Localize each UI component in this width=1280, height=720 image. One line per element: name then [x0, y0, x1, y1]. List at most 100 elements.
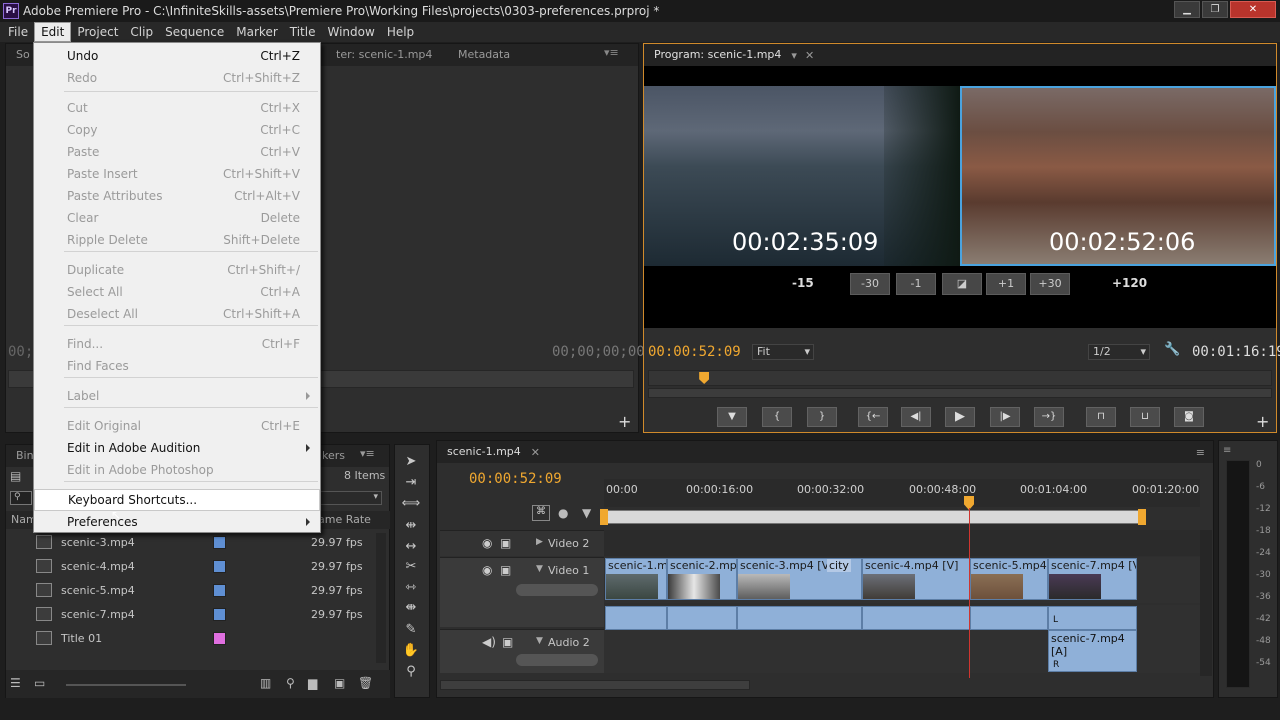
apply-trim-icon[interactable]: ◪	[942, 273, 982, 295]
clip-scenic-3[interactable]: scenic-3.mp4 [V] city	[737, 558, 862, 600]
audio-clip[interactable]	[605, 606, 667, 630]
program-zoom-scrollbar[interactable]	[648, 388, 1272, 398]
linked-selection-icon[interactable]: ●	[558, 506, 568, 520]
find-icon[interactable]: ⚲	[286, 676, 295, 690]
edit-menu-item-redo[interactable]: Redo Ctrl+Shift+Z	[34, 67, 320, 89]
folder-icon[interactable]: ▤	[10, 469, 21, 483]
menu-marker[interactable]: Marker	[230, 23, 283, 41]
selection-tool-icon[interactable]: ➤	[400, 452, 422, 472]
add-button-icon[interactable]: +	[618, 412, 631, 431]
icon-view-icon[interactable]: ▭	[34, 676, 45, 690]
panel-menu-icon[interactable]: ≡	[1223, 445, 1231, 456]
audio-clip[interactable]	[970, 606, 1048, 630]
trim-plus-120[interactable]: +120	[1112, 276, 1147, 290]
edit-menu-item-ripple-delete[interactable]: Ripple Delete Shift+Delete	[34, 229, 320, 251]
trim-plus-1-button[interactable]: +1	[986, 273, 1026, 295]
work-area-bar[interactable]	[604, 510, 1142, 524]
menu-title[interactable]: Title	[284, 23, 322, 41]
mark-out-icon[interactable]: }	[807, 407, 837, 427]
work-area-start-handle[interactable]	[600, 509, 608, 525]
close-tab-icon[interactable]: ✕	[805, 49, 814, 62]
film-icon[interactable]: ▣	[500, 536, 511, 550]
edit-menu-item-paste-insert[interactable]: Paste Insert Ctrl+Shift+V	[34, 163, 320, 185]
go-to-out-icon[interactable]: →}	[1034, 407, 1064, 427]
menu-sequence[interactable]: Sequence	[159, 23, 230, 41]
film-icon[interactable]: ▣	[500, 563, 511, 577]
rate-stretch-icon[interactable]: ↔	[400, 537, 422, 557]
wrench-icon[interactable]: 🔧	[1164, 342, 1180, 357]
snap-icon[interactable]: ⌘	[532, 505, 550, 521]
clip-scenic-4[interactable]: scenic-4.mp4 [V]	[862, 558, 970, 600]
edit-menu-item-find[interactable]: Find... Ctrl+F	[34, 333, 320, 355]
resolution-dropdown[interactable]: 1/2 ▾	[1088, 344, 1150, 360]
add-button-icon[interactable]: +	[1256, 412, 1269, 431]
timeline-current-timecode[interactable]: 00:00:52:09	[469, 471, 562, 487]
program-time-ruler[interactable]	[648, 370, 1272, 386]
audio-clip-scenic-7[interactable]: scenic-7.mp4 [A] R	[1048, 630, 1137, 672]
program-current-timecode[interactable]: 00:00:52:09	[648, 344, 741, 360]
clip-scenic-2[interactable]: scenic-2.mp4	[667, 558, 737, 600]
panel-menu-icon[interactable]: ▾≡	[360, 447, 375, 460]
sync-lock-icon[interactable]: ▣	[502, 635, 513, 649]
eye-icon[interactable]: ◉	[482, 563, 492, 577]
clip-scenic-7[interactable]: scenic-7.mp4 [V]	[1048, 558, 1137, 600]
edit-menu-item-edit-in-adobe-photoshop[interactable]: Edit in Adobe Photoshop	[34, 459, 320, 481]
track-keyframe-control[interactable]	[516, 654, 598, 666]
tab-timeline[interactable]: scenic-1.mp4	[437, 441, 531, 463]
tab-program[interactable]: Program: scenic-1.mp4	[644, 44, 791, 66]
automate-icon[interactable]: ▥	[260, 676, 271, 690]
tab-source-clip[interactable]: ter: scenic-1.mp4	[336, 48, 432, 61]
track-keyframe-control[interactable]	[516, 584, 598, 596]
search-icon[interactable]: ⚲	[10, 491, 32, 505]
extract-icon[interactable]: ⊔	[1130, 407, 1160, 427]
clip-scenic-1[interactable]: scenic-1.mp4	[605, 558, 667, 600]
edit-menu-item-preferences[interactable]: Preferences	[34, 511, 320, 533]
panel-menu-icon[interactable]: ▾≡	[604, 46, 619, 59]
go-to-in-icon[interactable]: {←	[858, 407, 888, 427]
add-marker-icon[interactable]: ▼	[717, 407, 747, 427]
menu-file[interactable]: File	[2, 23, 34, 41]
step-forward-icon[interactable]: |▶	[990, 407, 1020, 427]
camera-icon[interactable]: ◙	[1174, 407, 1204, 427]
add-marker-icon[interactable]: ▼	[582, 506, 591, 520]
work-area-end-handle[interactable]	[1138, 509, 1146, 525]
maximize-button[interactable]: ❐	[1202, 1, 1228, 18]
edit-menu-item-copy[interactable]: Copy Ctrl+C	[34, 119, 320, 141]
pen-icon[interactable]: ✎	[400, 620, 422, 640]
collapse-track-icon[interactable]: ▼	[536, 636, 543, 646]
new-bin-icon[interactable]: ▆	[308, 676, 317, 690]
new-item-icon[interactable]: ▣	[334, 676, 345, 690]
edit-menu-item-select-all[interactable]: Select All Ctrl+A	[34, 281, 320, 303]
trim-plus-30-button[interactable]: +30	[1030, 273, 1070, 295]
lift-icon[interactable]: ⊓	[1086, 407, 1116, 427]
close-button[interactable]: ✕	[1230, 1, 1276, 18]
project-item-row[interactable]: scenic-5.mp4 29.97 fps	[5, 578, 385, 602]
trash-icon[interactable]: 🗑	[358, 676, 373, 690]
razor-icon[interactable]: ✂	[400, 557, 422, 577]
edit-menu-item-undo[interactable]: Undo Ctrl+Z	[34, 45, 320, 67]
timeline-horizontal-scrollbar[interactable]	[440, 680, 750, 690]
list-view-icon[interactable]: ☰	[10, 676, 21, 690]
hand-icon[interactable]: ✋	[400, 641, 422, 661]
audio-clip[interactable]	[667, 606, 737, 630]
eye-icon[interactable]: ◉	[482, 536, 492, 550]
menu-project[interactable]: Project	[71, 23, 124, 41]
menu-window[interactable]: Window	[321, 23, 380, 41]
edit-menu-item-edit-original[interactable]: Edit Original Ctrl+E	[34, 415, 320, 437]
track-select-icon[interactable]: ⇥	[400, 473, 422, 493]
minimize-button[interactable]: ▁	[1174, 1, 1200, 18]
menu-help[interactable]: Help	[381, 23, 420, 41]
audio-clip[interactable]: L	[1048, 606, 1137, 630]
menu-clip[interactable]: Clip	[124, 23, 159, 41]
edit-menu-item-cut[interactable]: Cut Ctrl+X	[34, 97, 320, 119]
menu-edit[interactable]: Edit	[34, 22, 72, 42]
close-tab-icon[interactable]: ✕	[531, 446, 540, 459]
panel-menu-icon[interactable]: ≡	[1196, 446, 1205, 459]
edit-menu-item-paste[interactable]: Paste Ctrl+V	[34, 141, 320, 163]
tab-markers-partial[interactable]: kers	[322, 449, 345, 462]
edit-menu-item-deselect-all[interactable]: Deselect All Ctrl+Shift+A	[34, 303, 320, 325]
trim-minus-1-button[interactable]: -1	[896, 273, 936, 295]
edit-menu-item-clear[interactable]: Clear Delete	[34, 207, 320, 229]
timeline-vertical-scrollbar[interactable]	[1200, 530, 1212, 676]
zoom-icon[interactable]: ⚲	[400, 662, 422, 682]
